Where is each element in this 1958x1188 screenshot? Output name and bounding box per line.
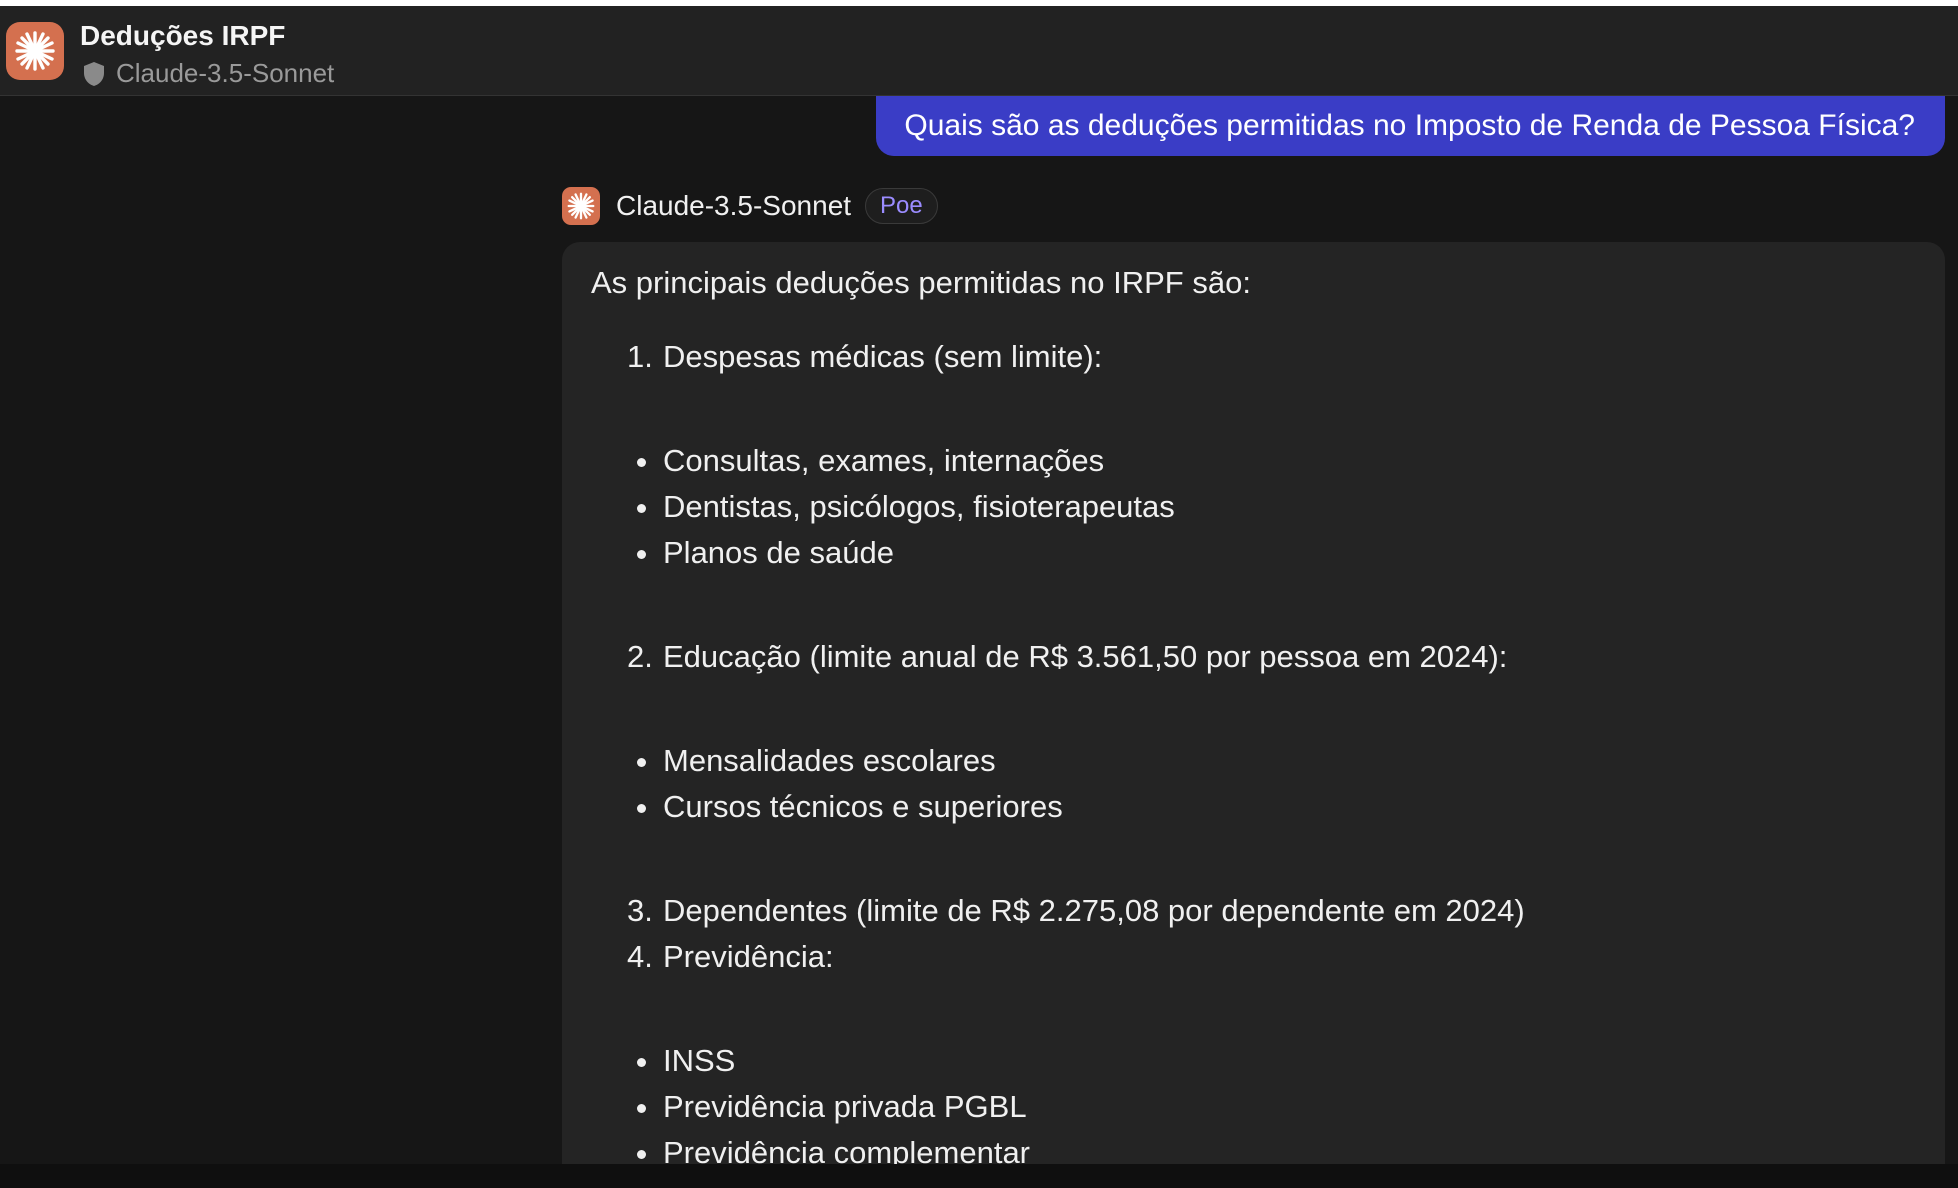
list-item: Consultas, exames, internações xyxy=(591,438,1917,484)
list-item: Mensalidades escolares xyxy=(591,738,1917,784)
bot-intro-text: As principais deduções permitidas no IRP… xyxy=(591,265,1251,300)
list-number: 4. xyxy=(627,939,653,974)
section-heading: Educação (limite anual de R$ 3.561,50 po… xyxy=(663,639,1508,674)
list-item-number: 4. Previdência: xyxy=(627,934,1917,980)
list-item: INSS xyxy=(591,1038,1917,1084)
user-message-text: Quais são as deduções permitidas no Impo… xyxy=(904,109,1915,142)
list-item: Cursos técnicos e superiores xyxy=(591,784,1917,830)
list-number: 2. xyxy=(627,639,653,674)
bullet-list: Mensalidades escolares Cursos técnicos e… xyxy=(591,738,1917,830)
section-heading: Dependentes (limite de R$ 2.275,08 por d… xyxy=(663,893,1525,928)
user-message-bubble: Quais são as deduções permitidas no Impo… xyxy=(876,96,1945,156)
bot-message-bubble: As principais deduções permitidas no IRP… xyxy=(562,242,1945,1164)
poe-badge: Poe xyxy=(865,188,938,224)
chat-title[interactable]: Deduções IRPF xyxy=(80,20,285,52)
claude-starburst-icon xyxy=(567,192,595,220)
list-item: Planos de saúde xyxy=(591,530,1917,576)
section-heading: Despesas médicas (sem limite): xyxy=(663,339,1103,374)
list-number: 3. xyxy=(627,893,653,928)
bot-avatar[interactable] xyxy=(562,187,600,225)
list-item-number: 3. Dependentes (limite de R$ 2.275,08 po… xyxy=(627,888,1917,934)
section-heading: Previdência: xyxy=(663,939,834,974)
bullet-list: INSS Previdência privada PGBL Previdênci… xyxy=(591,1038,1917,1164)
claude-starburst-icon[interactable] xyxy=(6,22,64,80)
chat-header: Deduções IRPF Claude-3.5-Sonnet xyxy=(0,6,1958,96)
list-item-number: 2. Educação (limite anual de R$ 3.561,50… xyxy=(627,634,1917,680)
bot-subtitle[interactable]: Claude-3.5-Sonnet xyxy=(82,58,334,89)
list-item: Previdência complementar xyxy=(591,1130,1917,1164)
list-item-number: 1. Despesas médicas (sem limite): xyxy=(627,334,1917,380)
starburst-glyph xyxy=(15,31,55,71)
bot-message-header: Claude-3.5-Sonnet Poe xyxy=(562,186,938,226)
header-bot-name: Claude-3.5-Sonnet xyxy=(116,58,335,88)
chat-area[interactable]: Quais são as deduções permitidas no Impo… xyxy=(0,96,1958,1164)
shield-icon xyxy=(84,61,104,86)
list-item: Dentistas, psicólogos, fisioterapeutas xyxy=(591,484,1917,530)
list-item: Previdência privada PGBL xyxy=(591,1084,1917,1130)
bottom-strip xyxy=(0,1164,1958,1188)
list-number: 1. xyxy=(627,339,653,374)
bullet-list: Consultas, exames, internações Dentistas… xyxy=(591,438,1917,576)
bot-author-name[interactable]: Claude-3.5-Sonnet xyxy=(616,190,851,222)
